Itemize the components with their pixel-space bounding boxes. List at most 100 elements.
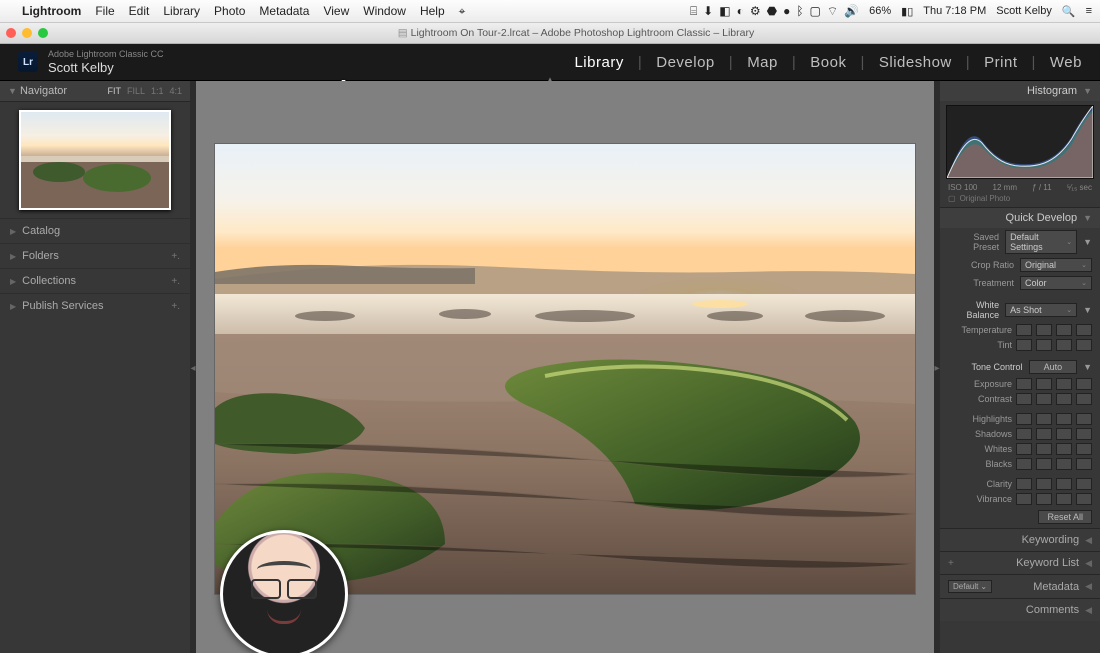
white-balance-select[interactable]: As Shot⌄ xyxy=(1005,303,1077,317)
disclosure-icon[interactable]: ▼ xyxy=(1083,237,1092,247)
step-up[interactable] xyxy=(1056,493,1072,505)
step-up-large[interactable] xyxy=(1076,324,1092,336)
module-map[interactable]: Map xyxy=(747,54,778,71)
step-up-large[interactable] xyxy=(1076,428,1092,440)
sidebar-item-folders[interactable]: ▶ Folders +. xyxy=(0,243,190,268)
original-photo-toggle[interactable]: ▢ Original Photo xyxy=(940,194,1100,207)
zoom-1to1[interactable]: 1:1 xyxy=(151,86,164,96)
module-web[interactable]: Web xyxy=(1050,54,1082,71)
plugin-icon[interactable]: ⌖ xyxy=(459,4,466,19)
step-up-large[interactable] xyxy=(1076,443,1092,455)
step-down-large[interactable] xyxy=(1016,324,1032,336)
step-up[interactable] xyxy=(1056,443,1072,455)
step-up[interactable] xyxy=(1056,339,1072,351)
add-icon[interactable]: + xyxy=(948,558,954,569)
module-library[interactable]: Library xyxy=(574,54,623,71)
notification-center-icon[interactable]: ≡ xyxy=(1086,5,1092,17)
menu-help[interactable]: Help xyxy=(420,4,445,18)
step-down-large[interactable] xyxy=(1016,413,1032,425)
crop-ratio-select[interactable]: Original⌄ xyxy=(1020,258,1092,272)
module-develop[interactable]: Develop xyxy=(656,54,715,71)
clock[interactable]: Thu 7:18 PM xyxy=(923,5,986,17)
close-button[interactable] xyxy=(6,28,16,38)
module-slideshow[interactable]: Slideshow xyxy=(879,54,952,71)
app-name[interactable]: Lightroom xyxy=(22,4,81,18)
step-down-large[interactable] xyxy=(1016,458,1032,470)
step-down-large[interactable] xyxy=(1016,493,1032,505)
auto-tone-button[interactable]: Auto xyxy=(1029,360,1078,374)
sidebar-item-collections[interactable]: ▶ Collections +. xyxy=(0,268,190,293)
status-icon[interactable]: ◐ xyxy=(737,4,744,18)
loupe-view[interactable] xyxy=(196,81,934,653)
zoom-custom[interactable]: 4:1 xyxy=(169,86,182,96)
step-up-large[interactable] xyxy=(1076,339,1092,351)
step-down-large[interactable] xyxy=(1016,339,1032,351)
step-down[interactable] xyxy=(1036,324,1052,336)
step-down-large[interactable] xyxy=(1016,478,1032,490)
zoom-button[interactable] xyxy=(38,28,48,38)
status-icon[interactable]: ◧ xyxy=(719,4,730,18)
status-icon[interactable]: ⬇︎ xyxy=(703,4,713,18)
minimize-button[interactable] xyxy=(22,28,32,38)
airplay-icon[interactable]: ▢ xyxy=(810,4,821,18)
step-down[interactable] xyxy=(1036,458,1052,470)
step-down-large[interactable] xyxy=(1016,443,1032,455)
battery-percent[interactable]: 66% xyxy=(869,5,891,17)
treatment-select[interactable]: Color⌄ xyxy=(1020,276,1092,290)
zoom-fit[interactable]: FIT xyxy=(107,86,121,96)
sidebar-item-publish-services[interactable]: ▶ Publish Services +. xyxy=(0,293,190,318)
status-icon[interactable]: ⬣ xyxy=(767,4,777,18)
step-down[interactable] xyxy=(1036,413,1052,425)
step-up-large[interactable] xyxy=(1076,393,1092,405)
user-name[interactable]: Scott Kelby xyxy=(996,5,1052,17)
step-up[interactable] xyxy=(1056,413,1072,425)
comments-panel[interactable]: Comments◀ xyxy=(940,598,1100,621)
module-print[interactable]: Print xyxy=(984,54,1017,71)
status-icon[interactable]: ● xyxy=(783,4,790,18)
histogram-header[interactable]: Histogram▼ xyxy=(940,81,1100,101)
menu-file[interactable]: File xyxy=(95,4,114,18)
bluetooth-icon[interactable]: ᛒ xyxy=(796,4,803,18)
step-up-large[interactable] xyxy=(1076,413,1092,425)
reset-all-button[interactable]: Reset All xyxy=(1038,510,1092,524)
keywording-panel[interactable]: Keywording◀ xyxy=(940,528,1100,551)
step-up[interactable] xyxy=(1056,393,1072,405)
step-down-large[interactable] xyxy=(1016,428,1032,440)
module-book[interactable]: Book xyxy=(810,54,846,71)
step-down-large[interactable] xyxy=(1016,378,1032,390)
add-icon[interactable]: +. xyxy=(171,251,180,262)
menu-view[interactable]: View xyxy=(323,4,349,18)
metadata-preset-select[interactable]: Default⌄ xyxy=(948,580,992,593)
navigator-header[interactable]: ▼ Navigator FIT FILL 1:1 4:1 xyxy=(0,81,190,102)
battery-icon[interactable]: ▮▯ xyxy=(901,5,913,18)
step-up[interactable] xyxy=(1056,378,1072,390)
step-down[interactable] xyxy=(1036,339,1052,351)
keyword-list-panel[interactable]: + Keyword List◀ xyxy=(940,551,1100,574)
status-icon[interactable]: ⚙︎ xyxy=(750,4,761,18)
step-down[interactable] xyxy=(1036,493,1052,505)
quick-develop-header[interactable]: Quick Develop▼ xyxy=(940,208,1100,228)
step-up-large[interactable] xyxy=(1076,458,1092,470)
checkbox-icon[interactable]: ▢ xyxy=(948,194,956,203)
step-up-large[interactable] xyxy=(1076,378,1092,390)
saved-preset-select[interactable]: Default Settings⌄ xyxy=(1005,230,1077,254)
sidebar-item-catalog[interactable]: ▶ Catalog xyxy=(0,218,190,243)
step-up[interactable] xyxy=(1056,324,1072,336)
spotlight-icon[interactable]: 🔍 xyxy=(1062,5,1076,18)
disclosure-icon[interactable]: ▼ xyxy=(1083,362,1092,372)
volume-icon[interactable]: 🔊 xyxy=(844,4,859,18)
menu-library[interactable]: Library xyxy=(163,4,200,18)
step-down[interactable] xyxy=(1036,428,1052,440)
step-down[interactable] xyxy=(1036,378,1052,390)
navigator-thumbnail[interactable] xyxy=(19,110,171,210)
zoom-fill[interactable]: FILL xyxy=(127,86,145,96)
disclosure-icon[interactable]: ▼ xyxy=(1083,305,1092,315)
step-down[interactable] xyxy=(1036,478,1052,490)
add-icon[interactable]: +. xyxy=(171,301,180,312)
step-down-large[interactable] xyxy=(1016,393,1032,405)
step-down[interactable] xyxy=(1036,393,1052,405)
wifi-icon[interactable]: ⌔ xyxy=(827,4,838,19)
step-up[interactable] xyxy=(1056,478,1072,490)
histogram-graph[interactable] xyxy=(946,105,1094,179)
step-up-large[interactable] xyxy=(1076,493,1092,505)
